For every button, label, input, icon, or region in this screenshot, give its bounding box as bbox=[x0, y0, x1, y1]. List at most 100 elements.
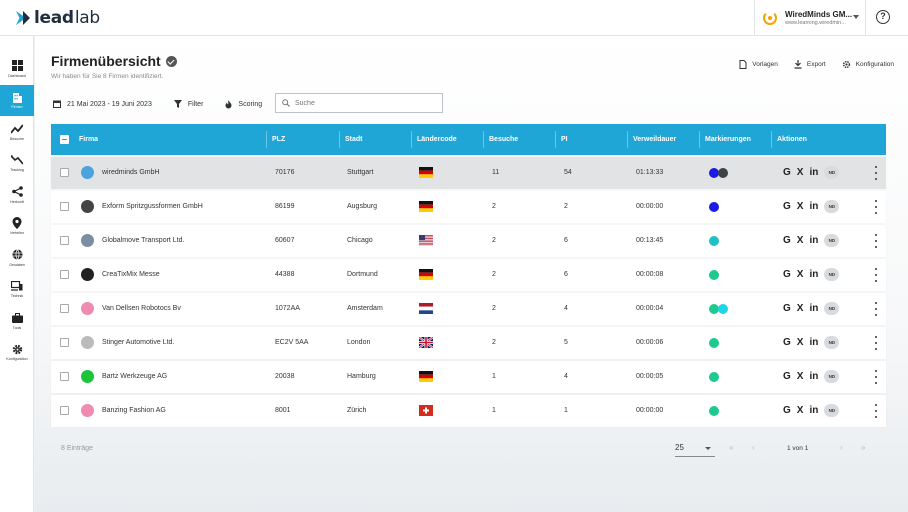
markings[interactable] bbox=[709, 236, 719, 246]
google-icon[interactable]: G bbox=[783, 269, 791, 280]
more-vert-icon[interactable] bbox=[874, 166, 878, 180]
next-page-button[interactable]: › bbox=[840, 443, 843, 452]
row-checkbox[interactable] bbox=[60, 372, 69, 381]
row-checkbox[interactable] bbox=[60, 236, 69, 245]
table-row[interactable]: Van Dellsen Robotocs Bv 1072AA Amsterdam 2 4… bbox=[51, 293, 886, 325]
row-checkbox[interactable] bbox=[60, 270, 69, 279]
google-icon[interactable]: G bbox=[783, 337, 791, 348]
xing-icon[interactable]: X bbox=[797, 303, 804, 314]
prev-page-button[interactable]: ‹ bbox=[752, 443, 755, 452]
column-header-verweildauer[interactable]: Verweildauer bbox=[633, 136, 676, 143]
table-row[interactable]: Stinger Automotive Ltd. EC2V 5AA London 2 5 0… bbox=[51, 327, 886, 359]
sidebar-item-firmen[interactable]: Firmen bbox=[0, 84, 34, 116]
google-icon[interactable]: G bbox=[783, 303, 791, 314]
table-row[interactable]: CreaTixMix Messe 44388 Dortmund 2 6 00:00:08 G… bbox=[51, 259, 886, 291]
xing-icon[interactable]: X bbox=[797, 167, 804, 178]
table-row[interactable]: Bartz Werkzeuge AG 20038 Hamburg 1 4 00:00:05… bbox=[51, 361, 886, 393]
table-row[interactable]: wiredminds GmbH 70176 Stuttgart 11 54 01:13:3… bbox=[51, 157, 886, 189]
account-switcher[interactable]: WiredMinds GM... www.learning.wiredmin..… bbox=[754, 0, 866, 36]
more-vert-icon[interactable] bbox=[874, 268, 878, 282]
google-icon[interactable]: G bbox=[783, 201, 791, 212]
xing-icon[interactable]: X bbox=[797, 235, 804, 246]
more-vert-icon[interactable] bbox=[874, 336, 878, 350]
company-name[interactable]: CreaTixMix Messe bbox=[102, 271, 160, 278]
nd-badge[interactable]: ND bbox=[824, 234, 840, 247]
table-row[interactable]: Banzing Fashion AG 8001 Zürich 1 1 00:00:00 G X… bbox=[51, 395, 886, 427]
nd-badge[interactable]: ND bbox=[824, 404, 840, 417]
linkedin-icon[interactable]: in bbox=[809, 303, 818, 314]
google-icon[interactable]: G bbox=[783, 167, 791, 178]
export-button[interactable]: Export bbox=[794, 60, 826, 69]
nd-badge[interactable]: ND bbox=[824, 166, 840, 179]
nd-badge[interactable]: ND bbox=[824, 336, 840, 349]
sidebar-item-konfiguration[interactable]: Konfiguration bbox=[0, 337, 34, 369]
column-header-firma[interactable]: Firma bbox=[79, 136, 98, 143]
column-header-aktionen[interactable]: Aktionen bbox=[777, 136, 807, 143]
scoring-button[interactable]: Scoring bbox=[225, 99, 262, 109]
first-page-button[interactable]: « bbox=[729, 443, 733, 452]
help-icon[interactable]: ? bbox=[876, 10, 890, 24]
sidebar-item-dashboard[interactable]: Dashboard bbox=[0, 53, 34, 85]
markings[interactable] bbox=[709, 406, 719, 416]
table-row[interactable]: Globalmove Transport Ltd. 60607 Chicago 2 6 0… bbox=[51, 225, 886, 257]
column-header-markierungen[interactable]: Markierungen bbox=[705, 136, 751, 143]
xing-icon[interactable]: X bbox=[797, 405, 804, 416]
markings[interactable] bbox=[709, 338, 719, 348]
sidebar-item-verteilen[interactable]: Verteilen bbox=[0, 211, 34, 243]
column-header-stadt[interactable]: Stadt bbox=[345, 136, 363, 143]
column-header-besuche[interactable]: Besuche bbox=[489, 136, 518, 143]
more-vert-icon[interactable] bbox=[874, 302, 878, 316]
konfiguration-button[interactable]: Konfiguration bbox=[842, 60, 894, 69]
more-vert-icon[interactable] bbox=[874, 404, 878, 418]
company-name[interactable]: Stinger Automotive Ltd. bbox=[102, 339, 174, 346]
last-page-button[interactable]: » bbox=[861, 443, 865, 452]
table-row[interactable]: Exform Spritzgussformen GmbH 86199 Augsbur… bbox=[51, 191, 886, 223]
linkedin-icon[interactable]: in bbox=[809, 405, 818, 416]
company-name[interactable]: Van Dellsen Robotocs Bv bbox=[102, 305, 181, 312]
nd-badge[interactable]: ND bbox=[824, 200, 840, 213]
filter-button[interactable]: Filter bbox=[173, 100, 203, 108]
markings[interactable] bbox=[709, 202, 719, 212]
sidebar-item-herkunft[interactable]: Herkunft bbox=[0, 179, 34, 211]
linkedin-icon[interactable]: in bbox=[809, 167, 818, 178]
column-header-pi[interactable]: PI bbox=[561, 136, 568, 143]
company-name[interactable]: wiredminds GmbH bbox=[102, 169, 160, 176]
linkedin-icon[interactable]: in bbox=[809, 337, 818, 348]
linkedin-icon[interactable]: in bbox=[809, 201, 818, 212]
date-range-picker[interactable]: 21 Mai 2023 - 19 Juni 2023 bbox=[53, 100, 152, 108]
markings[interactable] bbox=[709, 304, 728, 314]
linkedin-icon[interactable]: in bbox=[809, 371, 818, 382]
xing-icon[interactable]: X bbox=[797, 371, 804, 382]
markings[interactable] bbox=[709, 270, 719, 280]
column-header-plz[interactable]: PLZ bbox=[272, 136, 285, 143]
nd-badge[interactable]: ND bbox=[824, 268, 840, 281]
google-icon[interactable]: G bbox=[783, 405, 791, 416]
linkedin-icon[interactable]: in bbox=[809, 235, 818, 246]
row-checkbox[interactable] bbox=[60, 406, 69, 415]
nd-badge[interactable]: ND bbox=[824, 370, 840, 383]
more-vert-icon[interactable] bbox=[874, 370, 878, 384]
column-header-laendercode[interactable]: Ländercode bbox=[417, 136, 457, 143]
row-checkbox[interactable] bbox=[60, 168, 69, 177]
sidebar-item-tracking[interactable]: Tracking bbox=[0, 148, 34, 180]
company-name[interactable]: Banzing Fashion AG bbox=[102, 407, 166, 414]
more-vert-icon[interactable] bbox=[874, 200, 878, 214]
row-checkbox[interactable] bbox=[60, 338, 69, 347]
sidebar-item-besuche[interactable]: Besuche bbox=[0, 116, 34, 148]
markings[interactable] bbox=[709, 372, 719, 382]
select-all-checkbox[interactable] bbox=[60, 135, 69, 144]
nd-badge[interactable]: ND bbox=[824, 302, 840, 315]
xing-icon[interactable]: X bbox=[797, 337, 804, 348]
google-icon[interactable]: G bbox=[783, 235, 791, 246]
markings[interactable] bbox=[709, 168, 728, 178]
page-size-select[interactable]: 25 bbox=[675, 443, 715, 457]
sidebar-item-geodaten[interactable]: Geodaten bbox=[0, 242, 34, 274]
search-box[interactable] bbox=[275, 93, 443, 113]
company-name[interactable]: Exform Spritzgussformen GmbH bbox=[102, 203, 203, 210]
company-name[interactable]: Bartz Werkzeuge AG bbox=[102, 373, 167, 380]
company-name[interactable]: Globalmove Transport Ltd. bbox=[102, 237, 185, 244]
google-icon[interactable]: G bbox=[783, 371, 791, 382]
leadlab-logo[interactable]: lead lab bbox=[16, 8, 100, 28]
xing-icon[interactable]: X bbox=[797, 269, 804, 280]
search-input[interactable] bbox=[295, 99, 435, 107]
